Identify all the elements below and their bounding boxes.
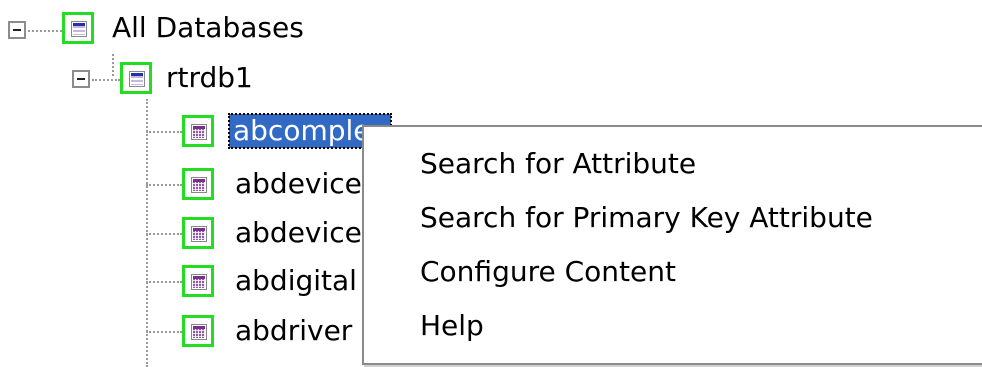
tree-node-table[interactable]: abdevice — [235, 167, 362, 201]
collapse-toggle-icon[interactable] — [72, 70, 90, 88]
table-icon — [182, 217, 214, 249]
menu-item-help[interactable]: Help — [420, 309, 484, 343]
database-icon — [120, 62, 152, 94]
menu-item-search-attribute[interactable]: Search for Attribute — [420, 147, 696, 181]
tree-connector — [146, 233, 182, 235]
table-icon — [182, 168, 214, 200]
tree-node-all-databases[interactable]: All Databases — [112, 11, 304, 45]
tree-connector — [146, 131, 182, 133]
tree-connector — [146, 281, 182, 283]
tree-connector — [146, 184, 182, 186]
tree-connector — [92, 79, 120, 81]
tree-node-rtrdb1[interactable]: rtrdb1 — [166, 61, 253, 95]
menu-item-configure-content[interactable]: Configure Content — [420, 255, 676, 289]
table-icon — [182, 315, 214, 347]
collapse-toggle-icon[interactable] — [8, 21, 26, 39]
table-icon — [182, 265, 214, 297]
menu-item-search-primary-key[interactable]: Search for Primary Key Attribute — [420, 201, 873, 235]
database-icon — [62, 12, 94, 44]
tree-connector — [28, 30, 62, 32]
tree-node-table[interactable]: abdigital — [235, 264, 357, 298]
tree-node-table[interactable]: abdriver — [235, 314, 352, 348]
tree-connector — [146, 331, 182, 333]
tree-node-table[interactable]: abdevice — [235, 216, 362, 250]
table-icon — [182, 115, 214, 147]
tree-connector — [112, 54, 114, 76]
context-menu: Search for Attribute Search for Primary … — [362, 125, 982, 365]
